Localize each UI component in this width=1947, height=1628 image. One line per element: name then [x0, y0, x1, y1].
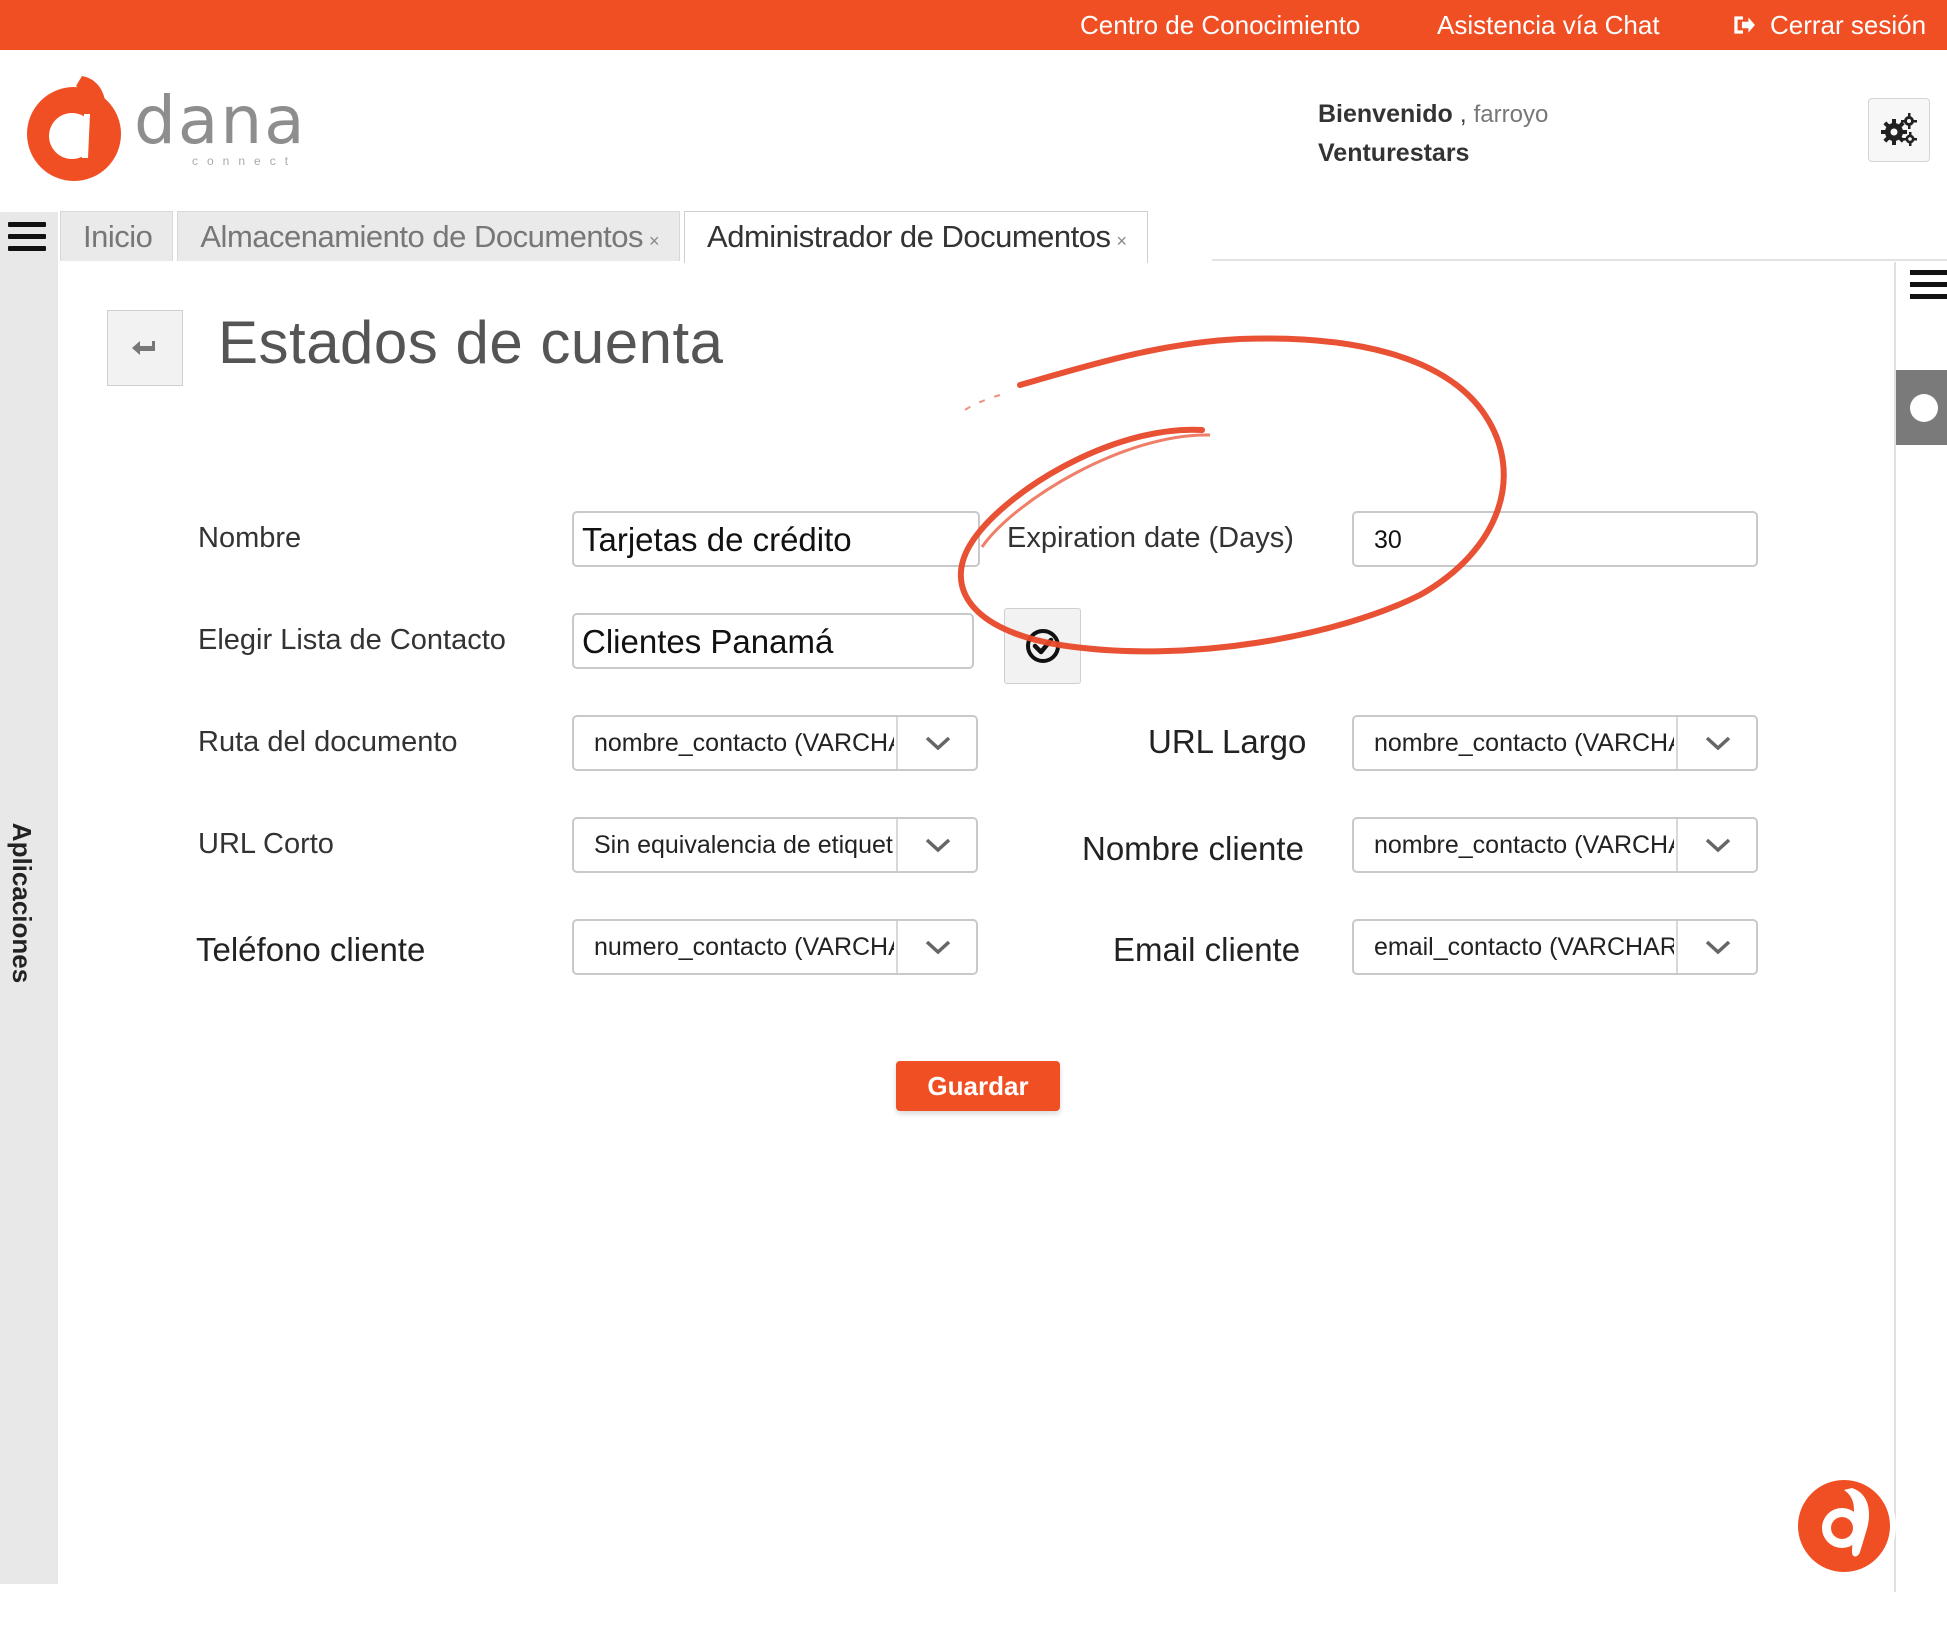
contact-list-value: Clientes Panamá — [582, 623, 834, 660]
tab-almacenamiento[interactable]: Almacenamiento de Documentos × — [177, 211, 681, 261]
tab-inicio[interactable]: Inicio — [60, 211, 174, 261]
back-button[interactable] — [107, 310, 183, 386]
nombre-label: Nombre — [198, 522, 302, 554]
url-largo-label: URL Largo — [1148, 723, 1307, 760]
knowledge-center-link[interactable]: Centro de Conocimiento — [1080, 8, 1360, 42]
nombre-cliente-select[interactable]: nombre_contacto (VARCHAR) — [1352, 817, 1758, 873]
url-corto-value: Sin equivalencia de etiqueta — [594, 831, 894, 859]
brand-tagline: connect — [192, 154, 298, 168]
applications-sidebar-label[interactable]: Aplicaciones — [7, 813, 37, 993]
ruta-documento-value: nombre_contacto (VARCHAR) — [594, 729, 894, 757]
tab-bar: Inicio Almacenamiento de Documentos × Adm… — [60, 211, 1152, 263]
url-corto-select[interactable]: Sin equivalencia de etiqueta — [572, 817, 978, 873]
tab-label: Inicio — [83, 219, 153, 254]
chevron-down-icon — [925, 736, 951, 751]
telefono-cliente-value: numero_contacto (VARCHAR) — [594, 933, 894, 961]
tab-administrador[interactable]: Administrador de Documentos × — [684, 211, 1148, 263]
contact-list-field[interactable]: Clientes Panamá — [572, 613, 974, 669]
dana-logo-icon — [27, 76, 121, 181]
dana-chat-button[interactable] — [1786, 1466, 1902, 1582]
brand-logo[interactable]: dana connect — [24, 74, 324, 194]
email-cliente-select[interactable]: email_contacto (VARCHAR) — [1352, 919, 1758, 975]
tab-label: Administrador de Documentos — [707, 219, 1111, 254]
settings-button[interactable] — [1868, 98, 1930, 162]
annotation-circle — [957, 335, 1507, 655]
expiration-days-value: 30 — [1374, 526, 1402, 554]
chevron-down-icon — [1705, 838, 1731, 853]
back-arrow-icon — [132, 341, 155, 355]
telefono-cliente-label: Teléfono cliente — [196, 931, 426, 968]
chevron-down-icon — [925, 940, 951, 955]
toggle-dot-icon — [1910, 394, 1938, 422]
ruta-documento-label: Ruta del documento — [198, 726, 458, 758]
right-panel-toggle[interactable] — [1896, 370, 1947, 445]
confirm-contact-list-button[interactable] — [1004, 608, 1081, 684]
url-largo-value: nombre_contacto (VARCHAR) — [1374, 729, 1674, 757]
nombre-value: Tarjetas de crédito — [582, 521, 852, 558]
expiration-days-field[interactable]: 30 — [1352, 511, 1758, 567]
chevron-down-icon — [1705, 736, 1731, 751]
logout-icon — [1734, 16, 1755, 34]
dana-logo-icon — [1792, 1474, 1896, 1578]
url-largo-select[interactable]: nombre_contacto (VARCHAR) — [1352, 715, 1758, 771]
welcome-text: Bienvenido — [1318, 100, 1453, 128]
logout-link[interactable]: Cerrar sesión — [1730, 8, 1926, 42]
chevron-down-icon — [1705, 940, 1731, 955]
welcome-separator: , — [1452, 100, 1474, 128]
chat-support-link[interactable]: Asistencia vía Chat — [1437, 8, 1660, 42]
brand-wordmark: dana — [134, 82, 307, 159]
nombre-cliente-value: nombre_contacto (VARCHAR) — [1374, 831, 1674, 859]
tab-close-icon[interactable]: × — [649, 231, 660, 251]
telefono-cliente-select[interactable]: numero_contacto (VARCHAR) — [572, 919, 978, 975]
save-button[interactable]: Guardar — [896, 1061, 1060, 1111]
ruta-documento-select[interactable]: nombre_contacto (VARCHAR) — [572, 715, 978, 771]
tab-close-icon[interactable]: × — [1117, 231, 1128, 251]
nombre-cliente-label: Nombre cliente — [1082, 830, 1304, 867]
contact-list-label: Elegir Lista de Contacto — [198, 624, 506, 656]
tab-divider — [1212, 259, 1947, 261]
top-bar: Centro de Conocimiento Asistencia vía Ch… — [0, 0, 1947, 50]
email-cliente-label: Email cliente — [1113, 931, 1301, 968]
nombre-field[interactable]: Tarjetas de crédito — [572, 511, 980, 567]
company-name: Venturestars — [1318, 139, 1470, 167]
username: farroyo — [1473, 101, 1549, 128]
email-cliente-value: email_contacto (VARCHAR) — [1374, 933, 1674, 961]
menu-icon[interactable] — [8, 222, 46, 254]
gears-icon — [1881, 113, 1917, 146]
chevron-down-icon — [925, 838, 951, 853]
tab-label: Almacenamiento de Documentos — [200, 219, 644, 254]
expiration-label: Expiration date (Days) — [1007, 522, 1294, 554]
url-corto-label: URL Corto — [198, 828, 334, 860]
right-panel-border — [1894, 262, 1896, 1592]
logout-label: Cerrar sesión — [1770, 10, 1927, 40]
check-circle-icon — [1025, 629, 1060, 663]
right-menu-icon[interactable] — [1910, 270, 1947, 304]
page-title: Estados de cuenta — [218, 309, 724, 376]
welcome-block: Bienvenido , farroyo Venturestars — [1318, 95, 1548, 172]
